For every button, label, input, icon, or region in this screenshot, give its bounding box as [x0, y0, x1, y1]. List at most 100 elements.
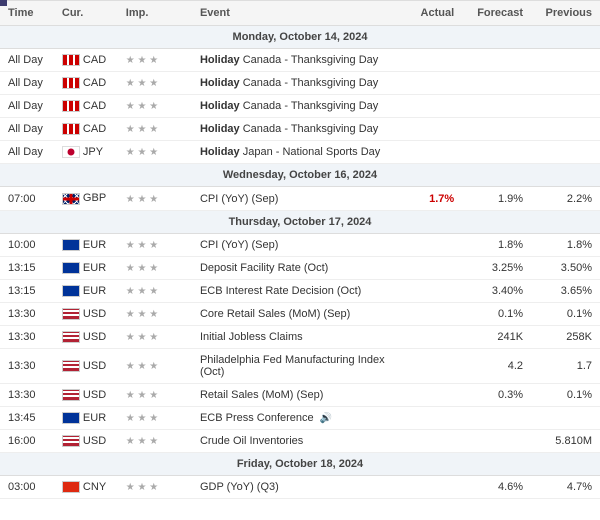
- event-forecast: 1.8%: [462, 233, 531, 256]
- table-row: 10:00 EUR★ ★ ★CPI (YoY) (Sep)1.8%1.8%: [0, 233, 600, 256]
- table-row: 13:30 USD ★ ★ ★ Core Retail Sales (MoM) (S…: [0, 302, 600, 325]
- table-row: 13:30 USD★ ★ ★Retail Sales (MoM) (Sep) 0.…: [0, 384, 600, 407]
- event-previous: [531, 95, 600, 118]
- event-name: Retail Sales (MoM) (Sep): [192, 384, 404, 407]
- table-row: All Day JPY ★ ★ ★ Holiday Japan - National…: [0, 141, 600, 164]
- table-row: 13:15 EUR ★ ★ ★ Deposit Facility Rate (Oct…: [0, 256, 600, 279]
- event-importance: ★ ★ ★: [118, 476, 192, 499]
- event-currency: USD: [54, 384, 118, 407]
- event-time: All Day: [0, 72, 54, 95]
- event-name: Core Retail Sales (MoM) (Sep): [192, 302, 404, 325]
- event-forecast: 4.2: [462, 349, 531, 384]
- importance-stars: ★ ★ ★: [126, 147, 158, 158]
- event-forecast: [462, 72, 531, 95]
- event-time: 13:15: [0, 279, 54, 302]
- event-name: Initial Jobless Claims: [192, 325, 404, 348]
- importance-stars: ★ ★ ★: [126, 309, 158, 320]
- event-time: All Day: [0, 49, 54, 72]
- event-importance: ★ ★ ★: [118, 325, 192, 348]
- event-time: 13:15: [0, 256, 54, 279]
- event-time: All Day: [0, 141, 54, 164]
- event-time: All Day: [0, 95, 54, 118]
- table-row: 03:00 CNY★ ★ ★GDP (YoY) (Q3)4.6%4.7%: [0, 476, 600, 499]
- event-previous: 1.7: [531, 349, 600, 384]
- event-time: 03:00: [0, 476, 54, 499]
- event-actual: [404, 279, 462, 302]
- table-row: 13:30 USD★ ★ ★Initial Jobless Claims241K…: [0, 325, 600, 348]
- event-importance: ★ ★ ★: [118, 384, 192, 407]
- event-time: 10:00: [0, 233, 54, 256]
- event-name: Deposit Facility Rate (Oct): [192, 256, 404, 279]
- event-forecast: 3.25%: [462, 256, 531, 279]
- importance-stars: ★ ★ ★: [126, 286, 158, 297]
- event-name: Philadelphia Fed Manufacturing Index (Oc…: [192, 349, 404, 384]
- importance-stars: ★ ★ ★: [126, 263, 158, 274]
- event-forecast: 4.6%: [462, 476, 531, 499]
- economic-calendar-table: Time Cur. Imp. Event Actual Forecast Pre…: [0, 0, 600, 499]
- importance-stars: ★ ★ ★: [126, 332, 158, 343]
- importance-stars: ★ ★ ★: [126, 55, 158, 66]
- table-row: All Day CAD★ ★ ★Holiday Canada - Thanksg…: [0, 95, 600, 118]
- event-previous: 4.7%: [531, 476, 600, 499]
- importance-stars: ★ ★ ★: [126, 78, 158, 89]
- importance-stars: ★ ★ ★: [126, 194, 158, 205]
- event-currency: EUR: [54, 233, 118, 256]
- event-currency: USD: [54, 349, 118, 384]
- event-importance: ★ ★ ★: [118, 407, 192, 430]
- event-name: Holiday Canada - Thanksgiving Day: [192, 118, 404, 141]
- event-name: Holiday Japan - National Sports Day: [192, 141, 404, 164]
- event-previous: [531, 118, 600, 141]
- speaker-icon: 🔊: [320, 413, 332, 424]
- event-forecast: [462, 49, 531, 72]
- event-time: 07:00: [0, 187, 54, 210]
- event-actual: [404, 384, 462, 407]
- event-time: 13:30: [0, 384, 54, 407]
- event-previous: [531, 407, 600, 430]
- event-name: Crude Oil Inventories: [192, 430, 404, 453]
- importance-stars: ★ ★ ★: [126, 413, 158, 424]
- event-actual: [404, 302, 462, 325]
- event-time: 13:30: [0, 302, 54, 325]
- event-currency: JPY: [54, 141, 118, 164]
- header-time: Time: [0, 1, 54, 26]
- event-currency: CAD: [54, 72, 118, 95]
- event-previous: 258K: [531, 325, 600, 348]
- event-currency: GBP: [54, 187, 118, 210]
- event-actual: [404, 430, 462, 453]
- event-actual: 1.7%: [404, 187, 462, 210]
- event-forecast: [462, 407, 531, 430]
- header-previous: Previous: [531, 1, 600, 26]
- table-row: All Day CAD★ ★ ★Holiday Canada - Thanksg…: [0, 49, 600, 72]
- event-importance: ★ ★ ★: [118, 118, 192, 141]
- event-previous: 0.1%: [531, 302, 600, 325]
- header-actual: Actual: [404, 1, 462, 26]
- event-previous: [531, 49, 600, 72]
- header-event: Event: [192, 1, 404, 26]
- event-importance: ★ ★ ★: [118, 349, 192, 384]
- event-previous: 5.810M: [531, 430, 600, 453]
- event-actual: [404, 349, 462, 384]
- event-currency: CAD: [54, 118, 118, 141]
- event-importance: ★ ★ ★: [118, 256, 192, 279]
- table-row: All Day CAD★ ★ ★Holiday Canada - Thanksg…: [0, 118, 600, 141]
- event-previous: [531, 141, 600, 164]
- day-header-label: Thursday, October 17, 2024: [0, 210, 600, 233]
- event-currency: USD: [54, 302, 118, 325]
- event-currency: CAD: [54, 95, 118, 118]
- event-importance: ★ ★ ★: [118, 233, 192, 256]
- event-previous: 0.1%: [531, 384, 600, 407]
- table-row: All Day CAD★ ★ ★Holiday Canada - Thanksg…: [0, 72, 600, 95]
- event-actual: [404, 407, 462, 430]
- day-header-row: Wednesday, October 16, 2024: [0, 164, 600, 187]
- event-actual: [404, 72, 462, 95]
- event-actual: [404, 141, 462, 164]
- event-forecast: 3.40%: [462, 279, 531, 302]
- event-currency: EUR: [54, 256, 118, 279]
- importance-stars: ★ ★ ★: [126, 361, 158, 372]
- event-currency: EUR: [54, 279, 118, 302]
- event-importance: ★ ★ ★: [118, 187, 192, 210]
- table-row: 13:30 USD ★ ★ ★ Philadelphia Fed Manufactu…: [0, 349, 600, 384]
- table-row: 13:15 EUR★ ★ ★ECB Interest Rate Decision…: [0, 279, 600, 302]
- event-time: 13:30: [0, 349, 54, 384]
- event-name: ECB Press Conference 🔊: [192, 407, 404, 430]
